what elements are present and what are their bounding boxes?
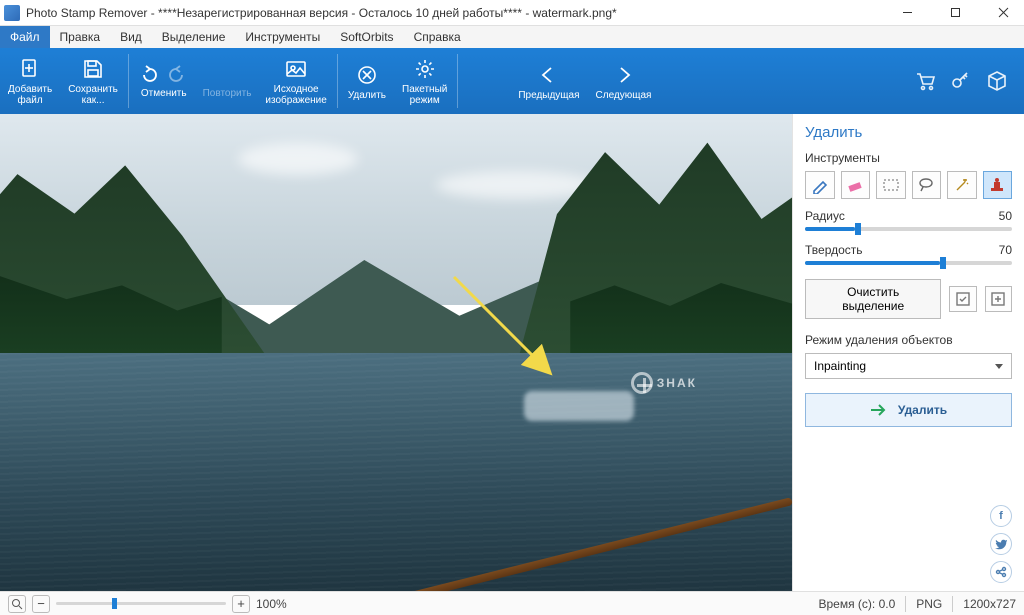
- image-preview: ЗНАК: [0, 114, 792, 591]
- clear-selection-button[interactable]: Очистить выделение: [805, 279, 941, 319]
- menu-tools[interactable]: Инструменты: [235, 26, 330, 48]
- app-icon: [4, 5, 20, 21]
- undo-label: Отменить: [131, 86, 193, 101]
- tool-magic-wand[interactable]: [947, 171, 977, 199]
- dimensions-label: 1200x727: [963, 597, 1016, 611]
- hardness-slider[interactable]: Твердость70: [805, 243, 1012, 265]
- menu-file[interactable]: Файл: [0, 26, 50, 48]
- zoom-slider[interactable]: [56, 602, 226, 605]
- tool-marquee[interactable]: [876, 171, 906, 199]
- mode-label: Режим удаления объектов: [805, 333, 1012, 347]
- redo-label: Повторить: [193, 86, 258, 101]
- menu-selection[interactable]: Выделение: [152, 26, 236, 48]
- twitter-icon[interactable]: [990, 533, 1012, 555]
- statusbar: − + 100% Время (с): 0.0 PNG 1200x727: [0, 591, 1024, 615]
- zoom-percent: 100%: [256, 597, 287, 611]
- zoom-in-button[interactable]: +: [232, 595, 250, 613]
- batch-mode-button[interactable]: Пакетный режим: [394, 48, 455, 114]
- save-as-button[interactable]: Сохранить как...: [60, 48, 126, 114]
- tool-eraser[interactable]: [841, 171, 871, 199]
- add-file-button[interactable]: Добавить файл: [0, 48, 60, 114]
- redo-icon: [169, 64, 189, 84]
- tools-label: Инструменты: [805, 151, 1012, 165]
- side-panel: Удалить Инструменты Радиус50 Твердость70…: [792, 114, 1024, 591]
- menu-view[interactable]: Вид: [110, 26, 152, 48]
- titlebar: Photo Stamp Remover - ****Незарегистриро…: [0, 0, 1024, 26]
- arrow-right-icon: [610, 62, 636, 88]
- format-label: PNG: [916, 597, 942, 611]
- save-selection-button[interactable]: [949, 286, 976, 312]
- panel-title: Удалить: [805, 124, 1012, 141]
- zoom-out-button[interactable]: −: [32, 595, 50, 613]
- original-image-icon: [283, 56, 309, 82]
- key-icon[interactable]: [948, 68, 974, 94]
- arrow-right-green-icon: [870, 403, 888, 417]
- menubar: Файл Правка Вид Выделение Инструменты So…: [0, 26, 1024, 48]
- selection-blob: [524, 391, 634, 421]
- menu-help[interactable]: Справка: [404, 26, 471, 48]
- close-button[interactable]: [986, 1, 1020, 25]
- next-button[interactable]: Следующая: [588, 48, 660, 114]
- load-selection-button[interactable]: [985, 286, 1012, 312]
- menu-softorbits[interactable]: SoftOrbits: [330, 26, 403, 48]
- social-icons: f: [990, 505, 1012, 583]
- annotation-arrow: [444, 267, 564, 387]
- previous-button[interactable]: Предыдущая: [510, 48, 587, 114]
- delete-button[interactable]: Удалить: [340, 48, 394, 114]
- minimize-button[interactable]: [890, 1, 924, 25]
- watermark-text: ЗНАК: [631, 372, 697, 394]
- undo-button[interactable]: [131, 62, 163, 86]
- redo-button[interactable]: [163, 62, 195, 86]
- zoom-fit-button[interactable]: [8, 595, 26, 613]
- window-title: Photo Stamp Remover - ****Незарегистриро…: [26, 6, 890, 20]
- maximize-button[interactable]: [938, 1, 972, 25]
- undo-icon: [137, 64, 157, 84]
- gear-icon: [412, 56, 438, 82]
- add-file-icon: [17, 56, 43, 82]
- ribbon-toolbar: Добавить файл Сохранить как... Отменить: [0, 48, 1024, 114]
- tool-pencil[interactable]: [805, 171, 835, 199]
- delete-icon: [354, 62, 380, 88]
- time-label: Время (с): 0.0: [818, 597, 895, 611]
- chevron-down-icon: [995, 364, 1003, 369]
- menu-edit[interactable]: Правка: [50, 26, 111, 48]
- tool-stamp[interactable]: [983, 171, 1013, 199]
- arrow-left-icon: [536, 62, 562, 88]
- main-area: ЗНАК Удалить Инструменты Радиус50 Твердо…: [0, 114, 1024, 591]
- remove-action-button[interactable]: Удалить: [805, 393, 1012, 427]
- cart-icon[interactable]: [912, 68, 938, 94]
- radius-value: 50: [999, 209, 1012, 223]
- share-icon[interactable]: [990, 561, 1012, 583]
- tool-lasso[interactable]: [912, 171, 942, 199]
- canvas[interactable]: ЗНАК: [0, 114, 792, 591]
- mode-combo[interactable]: Inpainting: [805, 353, 1012, 379]
- tools-row: [805, 171, 1012, 199]
- original-image-button[interactable]: Исходное изображение: [257, 48, 334, 114]
- hardness-value: 70: [999, 243, 1012, 257]
- facebook-icon[interactable]: f: [990, 505, 1012, 527]
- cube-icon[interactable]: [984, 68, 1010, 94]
- radius-slider[interactable]: Радиус50: [805, 209, 1012, 231]
- save-icon: [80, 56, 106, 82]
